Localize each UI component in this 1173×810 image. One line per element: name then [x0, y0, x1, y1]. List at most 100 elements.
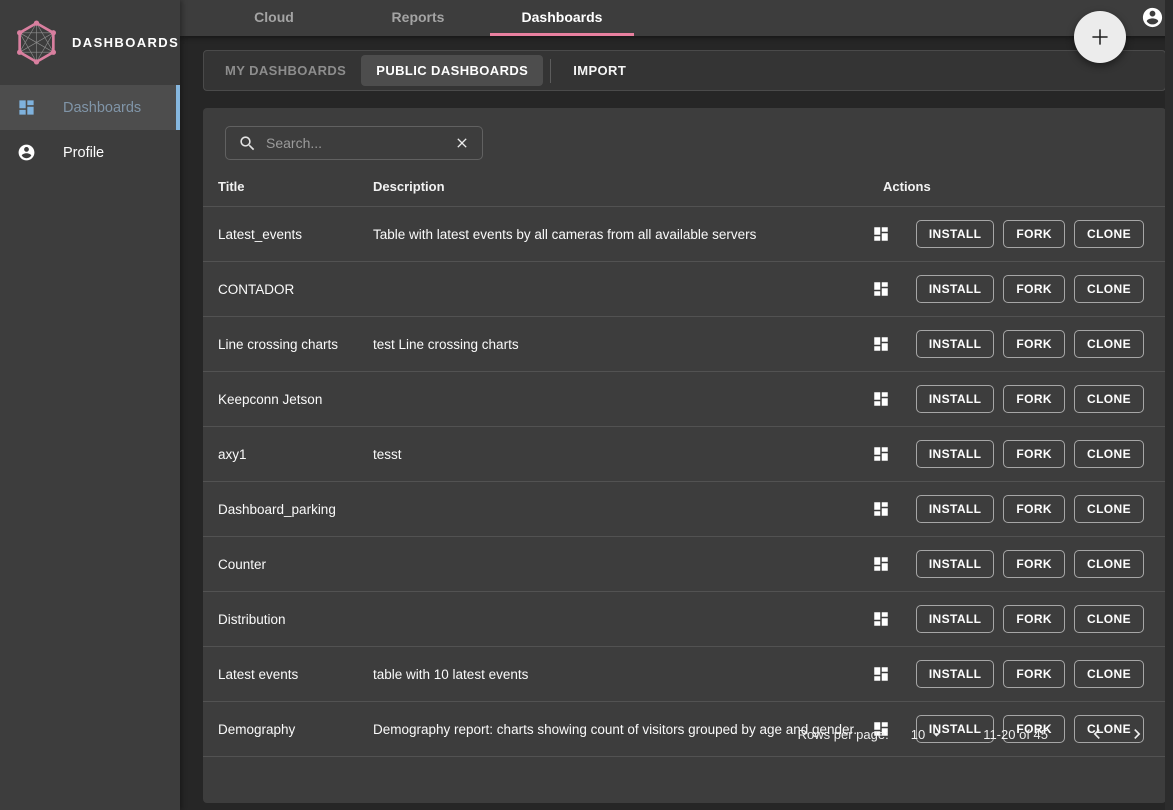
rows-per-page-value: 10 [911, 727, 925, 742]
dashboard-grid-icon [872, 500, 890, 518]
install-button[interactable]: INSTALL [916, 605, 995, 633]
row-description: tesst [373, 447, 872, 462]
search-icon [238, 134, 257, 153]
top-tab-bar: Cloud Reports Dashboards [180, 0, 1173, 36]
brand: DASHBOARDS [0, 0, 180, 85]
dashboard-grid-icon [872, 555, 890, 573]
tab-cloud[interactable]: Cloud [202, 0, 346, 36]
fork-button[interactable]: FORK [1003, 605, 1065, 633]
row-title: Counter [203, 557, 373, 572]
next-page-button[interactable] [1124, 721, 1150, 747]
row-description: table with 10 latest events [373, 667, 872, 682]
app-logo-hexagon-icon [12, 18, 61, 67]
dashboards-table: Title Description Actions Latest_events … [203, 166, 1166, 757]
row-title: Latest_events [203, 227, 373, 242]
dashboard-grid-icon [872, 390, 890, 408]
sidebar: DASHBOARDS Dashboards Profile [0, 0, 180, 810]
sidebar-item-dashboards[interactable]: Dashboards [0, 85, 180, 130]
fork-button[interactable]: FORK [1003, 275, 1065, 303]
install-button[interactable]: INSTALL [916, 220, 995, 248]
row-title: Distribution [203, 612, 373, 627]
install-button[interactable]: INSTALL [916, 330, 995, 358]
row-actions: INSTALL FORK CLONE [872, 605, 1166, 633]
tab-public-dashboards[interactable]: PUBLIC DASHBOARDS [361, 55, 543, 86]
fork-button[interactable]: FORK [1003, 385, 1065, 413]
table-row: Keepconn Jetson INSTALL FORK CLONE [203, 372, 1166, 427]
install-button[interactable]: INSTALL [916, 550, 995, 578]
clone-button[interactable]: CLONE [1074, 220, 1144, 248]
fork-button[interactable]: FORK [1003, 440, 1065, 468]
fork-button[interactable]: FORK [1003, 495, 1065, 523]
row-actions: INSTALL FORK CLONE [872, 220, 1166, 248]
tab-dashboards[interactable]: Dashboards [490, 0, 634, 36]
rows-per-page-label: Rows per page: [798, 727, 889, 742]
clone-button[interactable]: CLONE [1074, 605, 1144, 633]
table-row: Dashboard_parking INSTALL FORK CLONE [203, 482, 1166, 537]
dashboard-grid-icon [872, 335, 890, 353]
search-box [225, 126, 483, 160]
dashboard-grid-icon [872, 225, 890, 243]
table-row: Counter INSTALL FORK CLONE [203, 537, 1166, 592]
row-description: Table with latest events by all cameras … [373, 227, 872, 242]
clone-button[interactable]: CLONE [1074, 550, 1144, 578]
column-header-description: Description [373, 179, 883, 194]
table-row: CONTADOR INSTALL FORK CLONE [203, 262, 1166, 317]
table-row: axy1 tesst INSTALL FORK CLONE [203, 427, 1166, 482]
row-title: Keepconn Jetson [203, 392, 373, 407]
table-row: Distribution INSTALL FORK CLONE [203, 592, 1166, 647]
column-header-actions: Actions [883, 179, 1166, 194]
clone-button[interactable]: CLONE [1074, 495, 1144, 523]
tab-reports[interactable]: Reports [346, 0, 490, 36]
fork-button[interactable]: FORK [1003, 220, 1065, 248]
toolbar-divider [550, 59, 551, 83]
row-actions: INSTALL FORK CLONE [872, 440, 1166, 468]
sidebar-item-label: Profile [63, 145, 104, 161]
app-title: DASHBOARDS [72, 35, 179, 50]
clone-button[interactable]: CLONE [1074, 385, 1144, 413]
user-account-icon[interactable] [1141, 6, 1164, 29]
install-button[interactable]: INSTALL [916, 495, 995, 523]
dashboard-grid-icon [872, 445, 890, 463]
row-actions: INSTALL FORK CLONE [872, 330, 1166, 358]
row-title: Latest events [203, 667, 373, 682]
row-title: CONTADOR [203, 282, 373, 297]
clear-search-icon[interactable] [454, 135, 470, 151]
row-title: Line crossing charts [203, 337, 373, 352]
fork-button[interactable]: FORK [1003, 550, 1065, 578]
row-actions: INSTALL FORK CLONE [872, 385, 1166, 413]
clone-button[interactable]: CLONE [1074, 660, 1144, 688]
fork-button[interactable]: FORK [1003, 330, 1065, 358]
rows-per-page-select[interactable]: 10 [911, 726, 945, 743]
page-scrollbar[interactable] [1165, 0, 1173, 810]
table-body: Latest_events Table with latest events b… [203, 207, 1166, 757]
pagination-bar: Rows per page: 10 11-20 of 45 [203, 711, 1166, 757]
sidebar-item-label: Dashboards [63, 100, 141, 116]
install-button[interactable]: INSTALL [916, 440, 995, 468]
previous-page-button[interactable] [1084, 721, 1110, 747]
caret-down-icon [928, 726, 945, 743]
plus-icon [1087, 24, 1113, 50]
tab-import[interactable]: IMPORT [558, 55, 641, 86]
dashboards-filter-toolbar: MY DASHBOARDS PUBLIC DASHBOARDS IMPORT [203, 50, 1166, 91]
row-description: test Line crossing charts [373, 337, 872, 352]
install-button[interactable]: INSTALL [916, 275, 995, 303]
dashboard-grid-icon [872, 610, 890, 628]
table-header-row: Title Description Actions [203, 166, 1166, 207]
fork-button[interactable]: FORK [1003, 660, 1065, 688]
clone-button[interactable]: CLONE [1074, 330, 1144, 358]
dashboard-grid-icon [17, 98, 36, 117]
dashboard-grid-icon [872, 665, 890, 683]
search-input[interactable] [266, 135, 445, 151]
table-row: Latest_events Table with latest events b… [203, 207, 1166, 262]
account-circle-icon [17, 143, 36, 162]
row-actions: INSTALL FORK CLONE [872, 275, 1166, 303]
add-dashboard-fab-button[interactable] [1074, 11, 1126, 63]
install-button[interactable]: INSTALL [916, 660, 995, 688]
row-actions: INSTALL FORK CLONE [872, 550, 1166, 578]
row-actions: INSTALL FORK CLONE [872, 660, 1166, 688]
tab-my-dashboards[interactable]: MY DASHBOARDS [210, 55, 361, 86]
clone-button[interactable]: CLONE [1074, 275, 1144, 303]
sidebar-item-profile[interactable]: Profile [0, 130, 180, 175]
clone-button[interactable]: CLONE [1074, 440, 1144, 468]
install-button[interactable]: INSTALL [916, 385, 995, 413]
